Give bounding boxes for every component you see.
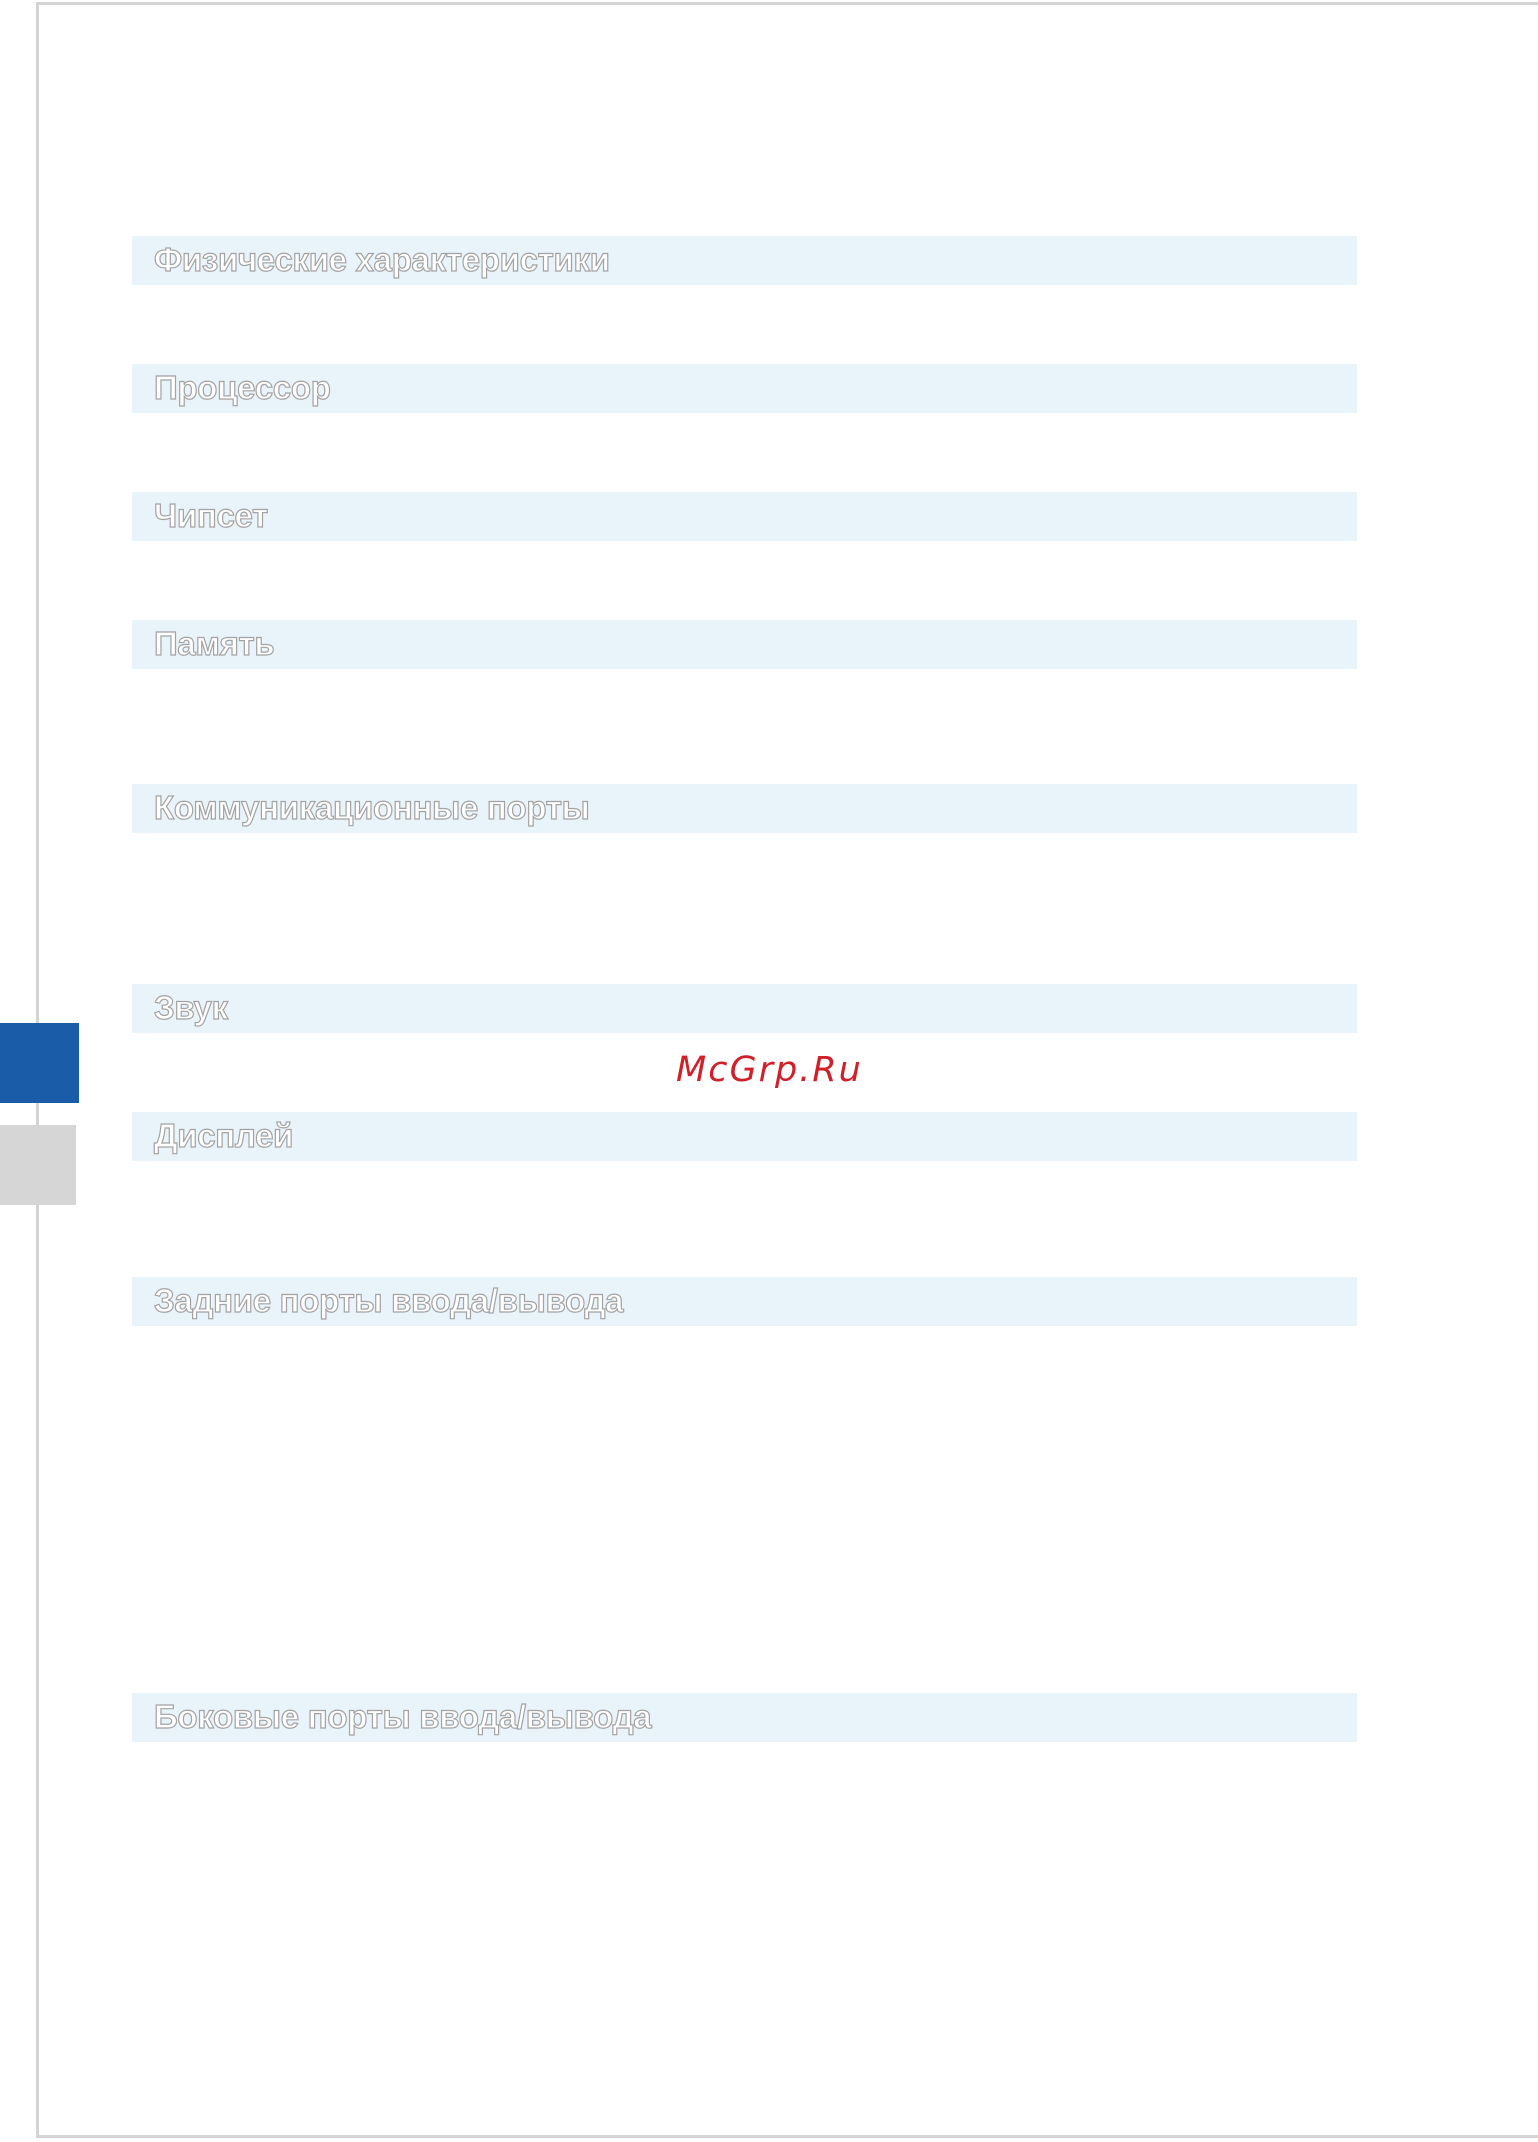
section-title: Дисплей xyxy=(153,1116,294,1154)
section-title: Задние порты ввода/вывода xyxy=(153,1281,624,1319)
section-title: Процессор xyxy=(153,368,331,406)
section-title: Боковые порты ввода/вывода xyxy=(153,1697,652,1735)
section-title: Чипсет xyxy=(153,496,269,534)
section-title: Звук xyxy=(153,988,228,1026)
section-title: Коммуникационные порты xyxy=(153,788,590,826)
section-title: Физические характеристики xyxy=(153,240,610,278)
section-side-io-ports: Боковые порты ввода/вывода xyxy=(132,1693,1357,1742)
section-rear-io-ports: Задние порты ввода/вывода xyxy=(132,1277,1357,1326)
section-processor: Процессор xyxy=(132,364,1357,413)
side-tab-inactive[interactable] xyxy=(0,1125,76,1205)
section-display: Дисплей xyxy=(132,1112,1357,1161)
section-sound: Звук xyxy=(132,984,1357,1033)
section-physical-characteristics: Физические характеристики xyxy=(132,236,1357,285)
section-title: Память xyxy=(153,624,275,662)
section-communication-ports: Коммуникационные порты xyxy=(132,784,1357,833)
section-memory: Память xyxy=(132,620,1357,669)
watermark: McGrp.Ru xyxy=(676,1050,863,1090)
section-chipset: Чипсет xyxy=(132,492,1357,541)
side-tab-active[interactable] xyxy=(0,1023,79,1103)
